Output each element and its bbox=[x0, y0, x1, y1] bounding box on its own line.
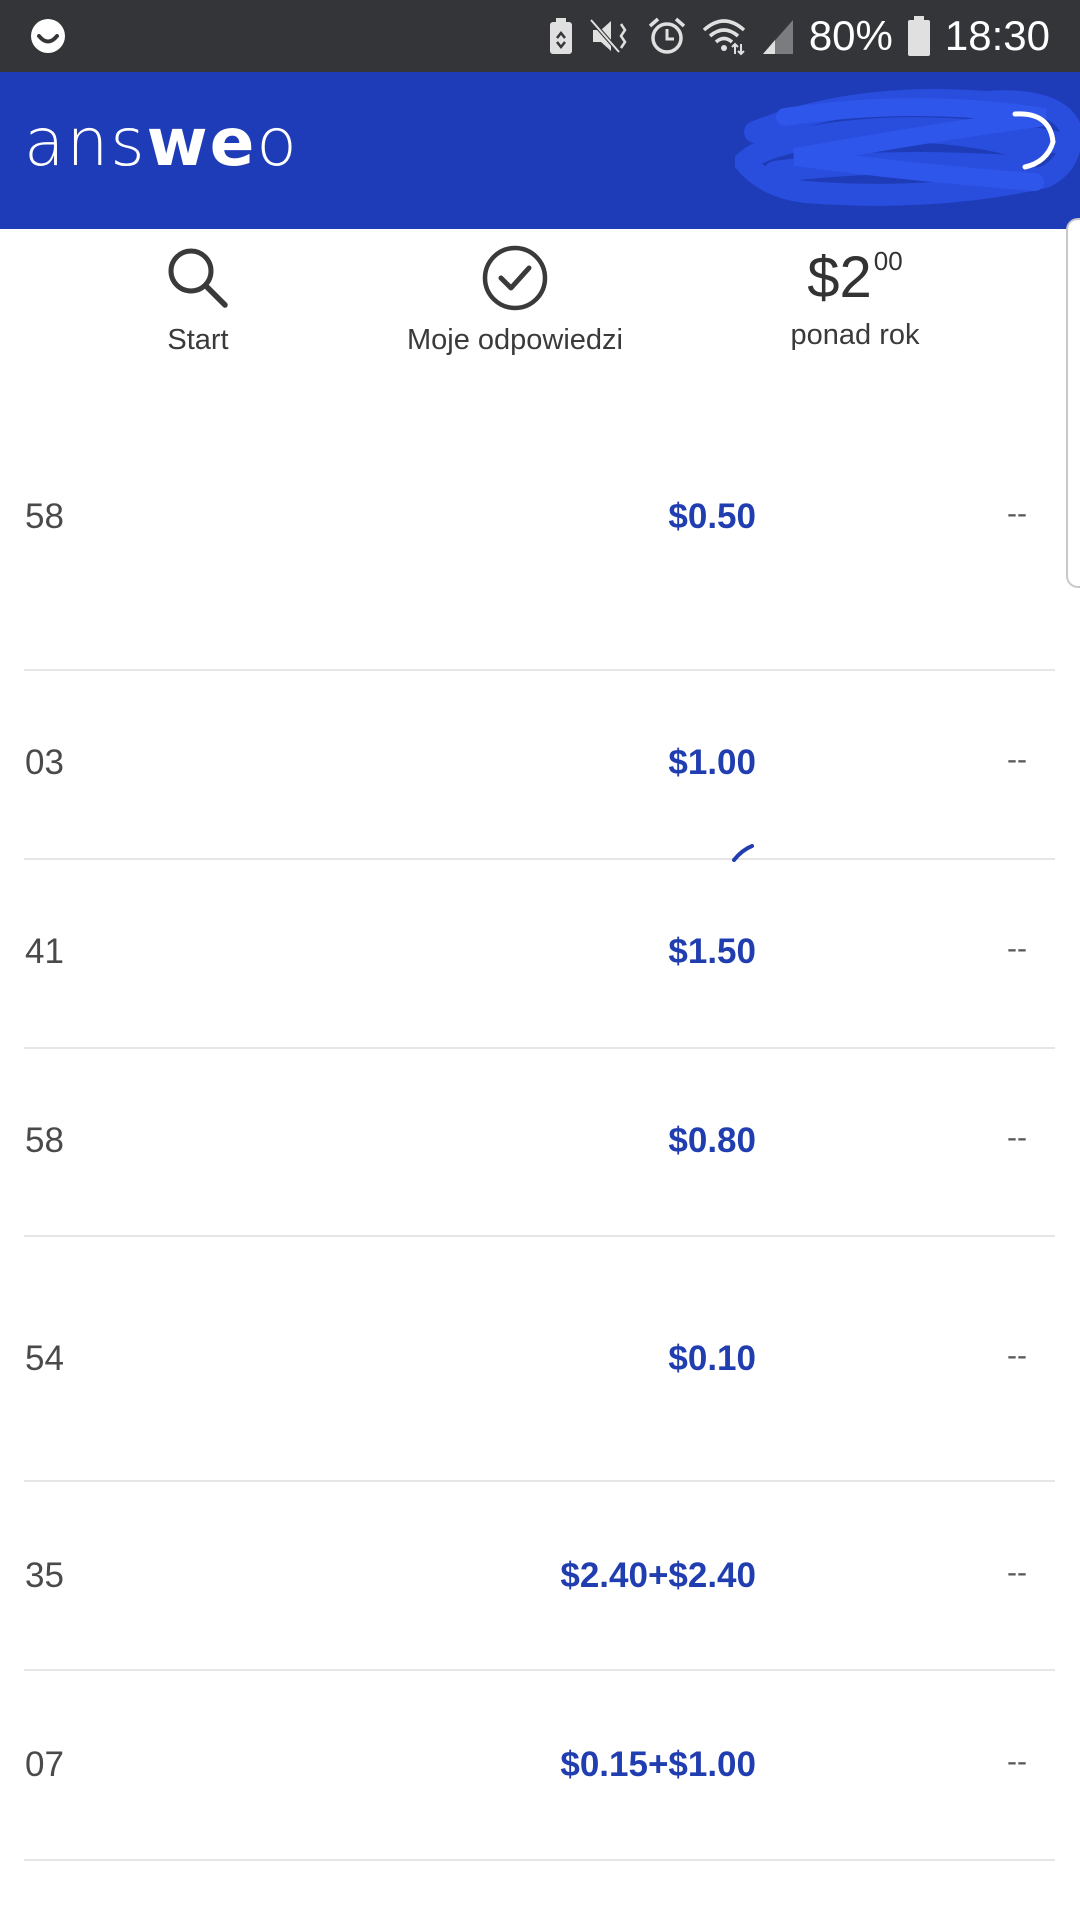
wifi-icon bbox=[702, 19, 745, 56]
stray-mark bbox=[732, 844, 754, 862]
item-amount: $1.00 bbox=[668, 743, 756, 782]
divider bbox=[24, 669, 1055, 671]
battery-icon bbox=[907, 16, 930, 56]
item-amount: $0.50 bbox=[668, 497, 756, 536]
nav-earnings[interactable]: $200 ponad rok bbox=[740, 243, 970, 352]
item-status: -- bbox=[1007, 743, 1027, 776]
item-status: -- bbox=[1007, 1745, 1027, 1778]
item-amount: $0.80 bbox=[668, 1121, 756, 1160]
answeo-logo[interactable]: answeo bbox=[24, 104, 299, 181]
item-status: -- bbox=[1007, 497, 1027, 530]
item-amount: $0.15+$1.00 bbox=[560, 1745, 756, 1784]
nav-my-answers-label: Moje odpowiedzi bbox=[406, 324, 623, 356]
divider bbox=[24, 1047, 1055, 1049]
battery-saver-icon bbox=[549, 18, 572, 54]
status-bar: 80% 18:30 bbox=[0, 0, 1080, 72]
redaction-scribble bbox=[735, 89, 1080, 206]
earned-amount: $200 bbox=[740, 243, 970, 313]
divider bbox=[24, 1235, 1055, 1237]
app-notification-icon bbox=[31, 19, 65, 53]
item-status: -- bbox=[1007, 1556, 1027, 1589]
status-icons: 80% 18:30 bbox=[547, 0, 1050, 72]
logo-part: we bbox=[146, 104, 257, 181]
item-number: 35 bbox=[25, 1556, 64, 1595]
check-circle-icon bbox=[482, 245, 548, 311]
earned-period-label: ponad rok bbox=[790, 319, 920, 351]
item-status: -- bbox=[1007, 932, 1027, 965]
item-number: 58 bbox=[25, 497, 64, 536]
nav-bar: Start Moje odpowiedzi $200 ponad rok bbox=[0, 229, 1080, 389]
logo-part: ans bbox=[24, 104, 147, 181]
side-drawer-handle[interactable] bbox=[1066, 218, 1080, 588]
clock: 18:30 bbox=[944, 12, 1050, 59]
item-number: 03 bbox=[25, 743, 64, 782]
search-icon bbox=[168, 248, 228, 308]
divider bbox=[24, 858, 1055, 860]
item-number: 07 bbox=[25, 1745, 64, 1784]
nav-start[interactable]: Start bbox=[128, 243, 268, 357]
divider bbox=[24, 1480, 1055, 1482]
nav-my-answers[interactable]: Moje odpowiedzi bbox=[370, 243, 660, 357]
item-amount: $2.40+$2.40 bbox=[560, 1556, 756, 1595]
nav-start-label: Start bbox=[167, 324, 229, 356]
battery-percent: 80% bbox=[808, 12, 893, 59]
earned-cents: 00 bbox=[873, 246, 903, 276]
item-number: 41 bbox=[25, 932, 64, 971]
item-status: -- bbox=[1007, 1339, 1027, 1372]
item-amount: $1.50 bbox=[668, 932, 756, 971]
signal-icon bbox=[762, 20, 793, 54]
item-amount: $0.10 bbox=[668, 1339, 756, 1378]
earned-dollars: $2 bbox=[807, 245, 872, 310]
logo-part: o bbox=[256, 104, 299, 181]
item-status: -- bbox=[1007, 1121, 1027, 1154]
divider bbox=[24, 1669, 1055, 1671]
alarm-icon bbox=[648, 17, 685, 54]
divider bbox=[24, 1859, 1055, 1861]
item-number: 58 bbox=[25, 1121, 64, 1160]
mute-icon bbox=[589, 18, 627, 54]
item-number: 54 bbox=[25, 1339, 64, 1378]
